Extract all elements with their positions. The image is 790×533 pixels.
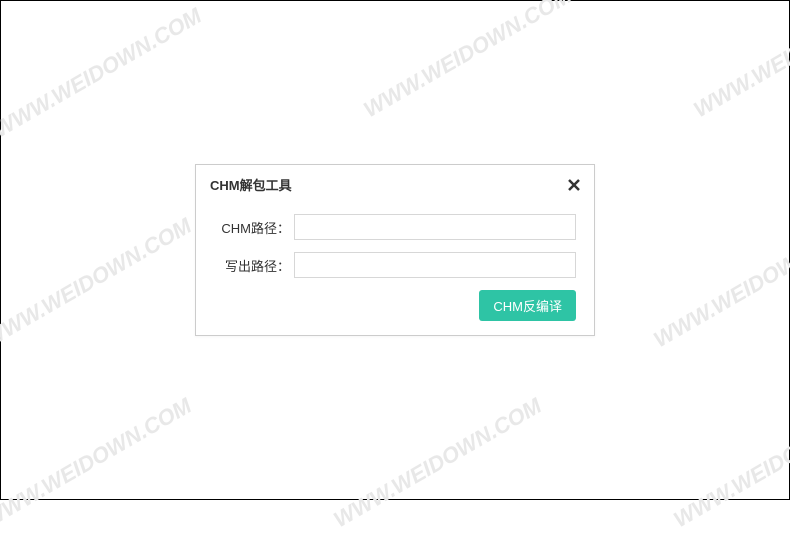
decompile-button[interactable]: CHM反编译 [479, 290, 576, 321]
chm-unpack-dialog: CHM解包工具 CHM路径： 写出路径： CHM反编译 [195, 164, 595, 336]
watermark-text: WWW.WEIDOWN.COM [329, 393, 546, 533]
dialog-header: CHM解包工具 [196, 165, 594, 202]
chm-path-label: CHM路径： [214, 218, 294, 237]
output-path-row: 写出路径： [214, 252, 576, 278]
watermark-text: WWW.WEIDOWN.COM [669, 393, 790, 533]
watermark-text: WWW.WEIDOWN.COM [359, 0, 576, 123]
dialog-title: CHM解包工具 [210, 175, 292, 194]
close-button[interactable] [566, 177, 582, 193]
close-icon [567, 178, 581, 192]
watermark-text: WWW.WEIDOWN.COM [0, 213, 196, 353]
dialog-body: CHM路径： 写出路径： CHM反编译 [196, 202, 594, 335]
watermark-text: WWW.WEIDOWN.COM [0, 393, 196, 533]
chm-path-input[interactable] [294, 214, 576, 240]
watermark-text: WWW.WEIDOWN.COM [0, 3, 206, 143]
chm-path-row: CHM路径： [214, 214, 576, 240]
watermark-text: WWW.WEIDOWN.COM [649, 213, 790, 353]
watermark-text: WWW.WEIDOWN.COM [689, 0, 790, 123]
output-path-input[interactable] [294, 252, 576, 278]
button-row: CHM反编译 [214, 290, 576, 321]
output-path-label: 写出路径： [214, 256, 294, 275]
